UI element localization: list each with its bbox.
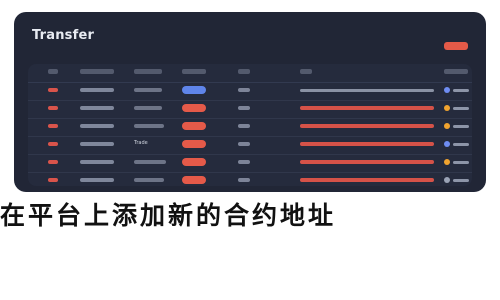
transfer-type-pill[interactable] <box>182 158 206 166</box>
row-number <box>48 142 58 146</box>
row-address <box>300 89 434 92</box>
row-amount <box>238 106 250 110</box>
table-header <box>28 64 472 83</box>
row-description <box>134 88 162 92</box>
transfer-type-pill[interactable] <box>182 86 206 94</box>
row-address <box>300 160 434 164</box>
row-date <box>80 88 114 92</box>
row-date <box>80 142 114 146</box>
transfer-type-pill[interactable] <box>182 122 206 130</box>
row-amount <box>238 142 250 146</box>
row-address <box>300 106 434 110</box>
status-dot-icon <box>444 177 450 183</box>
status-dot-icon <box>444 141 450 147</box>
row-status <box>444 122 472 130</box>
row-description <box>134 124 164 128</box>
row-number <box>48 106 58 110</box>
row-description: Trade <box>134 140 148 146</box>
header-status <box>444 69 468 74</box>
row-description <box>134 160 166 164</box>
row-number <box>48 160 58 164</box>
row-address <box>300 178 434 182</box>
row-date <box>80 124 114 128</box>
row-status <box>444 140 472 148</box>
row-address <box>300 124 434 128</box>
header-date <box>80 69 114 74</box>
row-description <box>134 178 164 182</box>
status-text-line <box>453 106 469 110</box>
status-text-line <box>453 124 469 128</box>
row-amount <box>238 178 250 182</box>
row-amount <box>238 88 250 92</box>
row-number <box>48 88 58 92</box>
status-text-line <box>453 88 469 92</box>
table-row[interactable] <box>28 154 472 173</box>
table-row[interactable] <box>28 100 472 119</box>
transfer-table: Trade <box>28 64 472 186</box>
row-amount <box>238 160 250 164</box>
status-text-line <box>453 160 469 164</box>
table-row[interactable] <box>28 172 472 190</box>
panel-title: Transfer <box>32 28 95 43</box>
row-date <box>80 178 114 182</box>
status-text-line <box>453 142 469 146</box>
row-number <box>48 178 58 182</box>
top-action-button[interactable] <box>444 42 468 50</box>
row-status <box>444 176 472 184</box>
table-row[interactable]: Trade <box>28 136 472 155</box>
bottom-caption: 在平台上添加新的合约地址 <box>0 202 337 230</box>
status-text-line <box>453 178 469 182</box>
row-description <box>134 106 162 110</box>
row-date <box>80 106 114 110</box>
header-address <box>300 69 312 74</box>
row-status <box>444 86 472 94</box>
status-dot-icon <box>444 87 450 93</box>
transfer-type-pill[interactable] <box>182 140 206 148</box>
status-dot-icon <box>444 123 450 129</box>
row-address <box>300 142 434 146</box>
transfer-panel: Transfer Trade <box>14 12 486 192</box>
transfer-type-pill[interactable] <box>182 104 206 112</box>
row-status <box>444 104 472 112</box>
header-type <box>182 69 206 74</box>
header-amount <box>238 69 250 74</box>
row-number <box>48 124 58 128</box>
row-status <box>444 158 472 166</box>
table-row[interactable] <box>28 118 472 137</box>
row-date <box>80 160 114 164</box>
status-dot-icon <box>444 105 450 111</box>
status-dot-icon <box>444 159 450 165</box>
table-row[interactable] <box>28 82 472 101</box>
header-index <box>48 69 58 74</box>
transfer-type-pill[interactable] <box>182 176 206 184</box>
header-description <box>134 69 162 74</box>
row-amount <box>238 124 250 128</box>
